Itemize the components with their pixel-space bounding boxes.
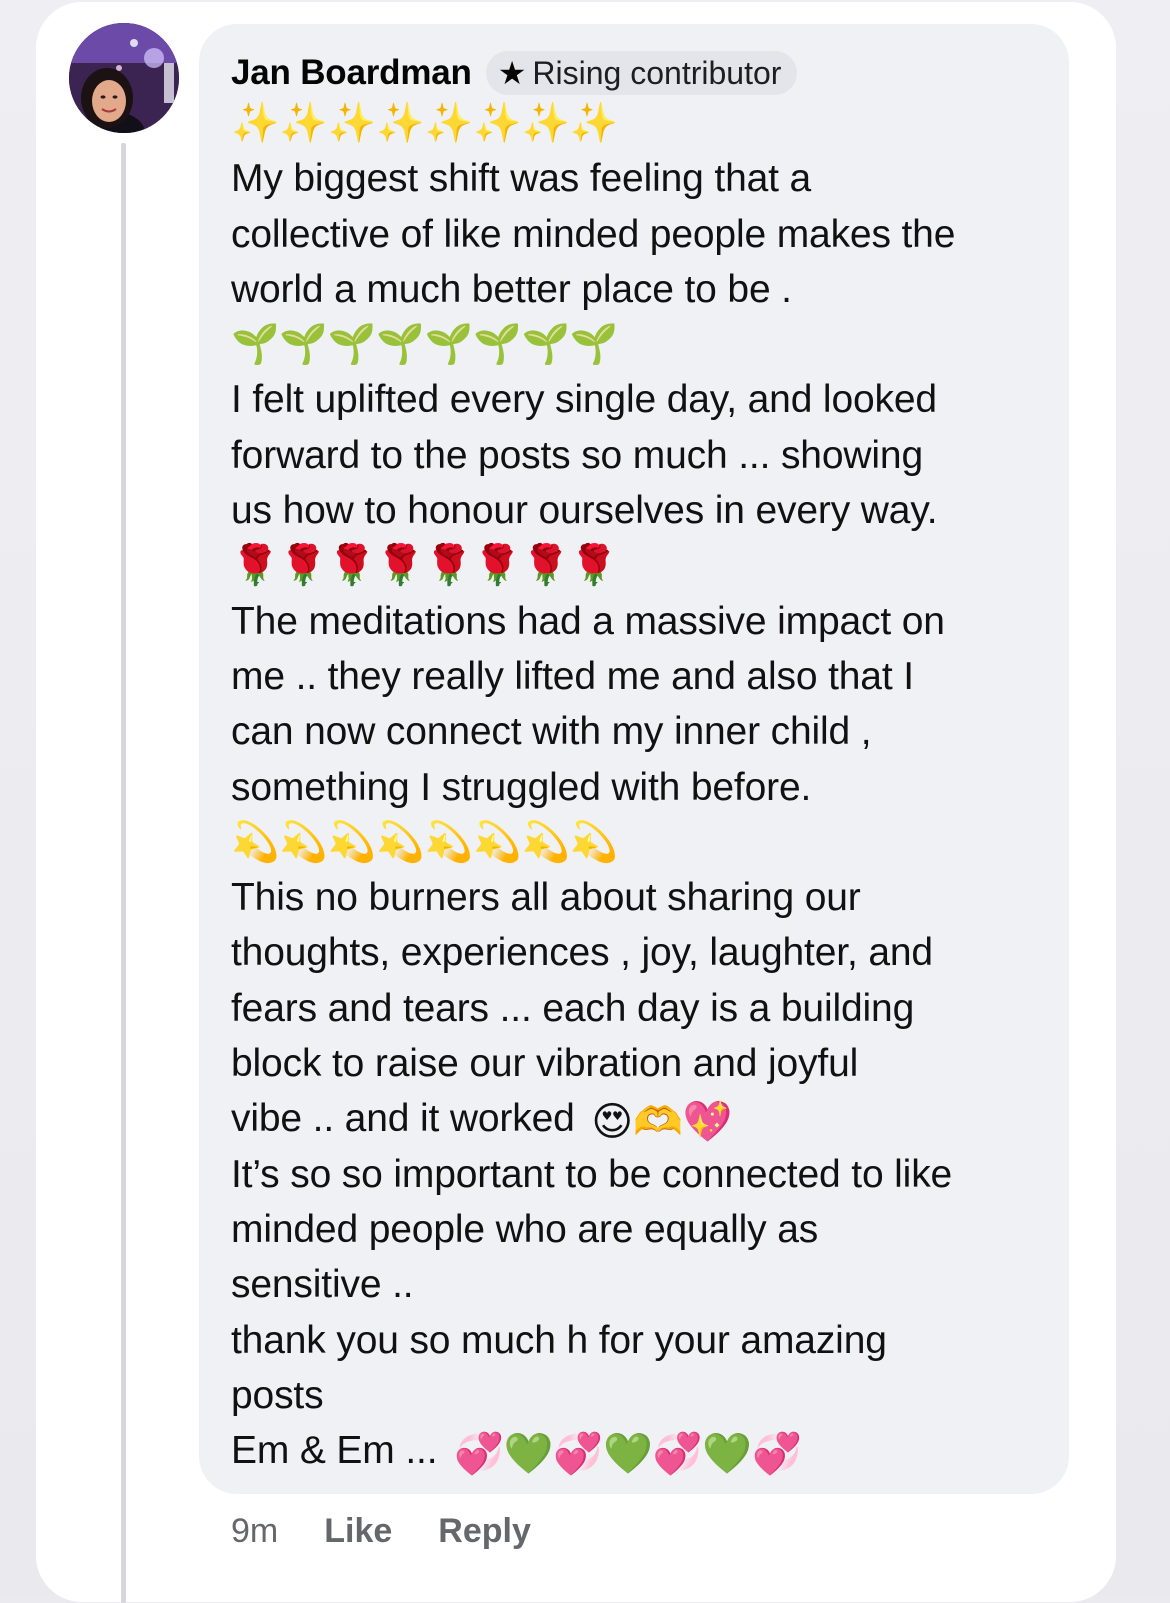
comment-line-text: vibe .. and it worked — [231, 1097, 575, 1141]
contributor-badge[interactable]: ★ Rising contributor — [485, 51, 798, 95]
comment-line: fears and tears ... each day is a buildi… — [231, 986, 915, 1030]
comment-line: It’s so so important to be connected to … — [231, 1152, 953, 1196]
comment-line: collective of like minded people makes t… — [231, 212, 956, 256]
comment-line: world a much better place to be . — [231, 267, 792, 311]
dizzy-emoji-row: 💫💫💫💫💫💫💫💫 — [231, 820, 619, 864]
comment-line: forward to the posts so much ... showing — [231, 433, 924, 477]
comment-line-with-emoji: vibe .. and it worked 😍🫶💖 — [231, 1091, 1051, 1146]
comment-actions: 9m Like Reply — [231, 1508, 577, 1554]
avatar-image — [69, 23, 179, 133]
comment-body: ✨✨✨✨✨✨✨✨ My biggest shift was feeling th… — [231, 96, 1051, 1478]
comment-line: sensitive .. — [231, 1263, 414, 1307]
comment-line: The meditations had a massive impact on — [231, 599, 945, 643]
timestamp[interactable]: 9m — [231, 1512, 278, 1551]
avatar[interactable] — [69, 23, 179, 133]
rose-emoji-row: 🌹🌹🌹🌹🌹🌹🌹🌹 — [231, 544, 619, 588]
like-button[interactable]: Like — [324, 1512, 392, 1551]
comment-line: minded people who are equally as — [231, 1207, 819, 1251]
comment-line: block to raise our vibration and joyful — [231, 1042, 859, 1086]
badge-label: Rising contributor — [532, 54, 782, 91]
thread-line — [121, 143, 126, 1603]
sparkles-emoji-row: ✨✨✨✨✨✨✨✨ — [231, 102, 619, 145]
author-name[interactable]: Jan Boardman — [231, 53, 472, 93]
reply-button[interactable]: Reply — [438, 1512, 531, 1551]
comment-line-text: Em & Em ... — [231, 1429, 438, 1473]
star-icon: ★ — [497, 55, 527, 91]
hearts-emoji-group: 💞💚💞💚💞💚💞 — [454, 1432, 802, 1477]
comment-line: can now connect with my inner child , — [231, 710, 872, 754]
comment-line: I felt uplifted every single day, and lo… — [231, 378, 937, 422]
seedling-emoji-row: 🌱🌱🌱🌱🌱🌱🌱🌱 — [231, 323, 619, 367]
comment-line: us how to honour ourselves in every way. — [231, 489, 938, 533]
comment-line: posts — [231, 1373, 324, 1417]
comment-line: me .. they really lifted me and also tha… — [231, 654, 914, 698]
comment-line: thank you so much h for your amazing — [231, 1318, 887, 1362]
comment-line: This no burners all about sharing our — [231, 876, 861, 920]
comment-line: thoughts, experiences , joy, laughter, a… — [231, 931, 933, 975]
comment-line-with-emoji: Em & Em ... 💞💚💞💚💞💚💞 — [231, 1423, 1051, 1478]
heart-eyes-emoji: 😍🫶💖 — [591, 1100, 733, 1145]
comment-header: Jan Boardman ★ Rising contributor — [231, 50, 798, 96]
comment-line: My biggest shift was feeling that a — [231, 157, 812, 201]
comment-line: something I struggled with before. — [231, 765, 812, 809]
